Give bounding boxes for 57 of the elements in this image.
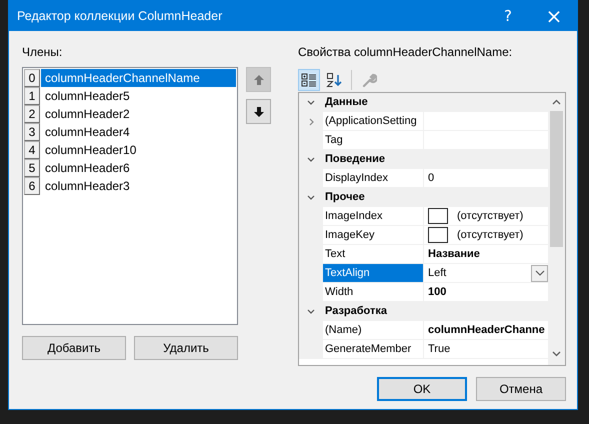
chevron-down-icon [534,268,544,278]
index-number: 4 [24,141,40,159]
index-number: 6 [24,177,40,195]
help-button[interactable]: ? [485,0,531,31]
property-name[interactable]: (Name) [323,321,424,339]
index-number: 1 [24,87,40,105]
property-value: True [428,342,450,357]
property-name[interactable]: DisplayIndex [323,169,424,187]
sort-alphabetical-icon [326,72,342,88]
index-number: 5 [24,159,40,177]
arrow-icon [252,74,264,86]
property-value: (отсутствует) [457,209,524,224]
property-name[interactable]: Width [323,283,424,301]
property-name[interactable]: Tag [323,131,424,149]
property-name[interactable]: Text [323,245,424,263]
member-item[interactable]: columnHeader4 [41,123,134,141]
close-button[interactable]: × [531,0,577,31]
member-item[interactable]: columnHeader2 [41,105,134,123]
property-name[interactable]: TextAlign [323,264,424,282]
member-item[interactable]: columnHeader6 [41,159,134,177]
dialog-button[interactable]: Удалить [134,336,238,360]
property-value: columnHeaderChanne [428,323,545,338]
image-swatch [428,208,448,224]
category-label: Прочее [324,191,365,203]
dialog-button[interactable]: Добавить [22,336,126,360]
property-value: Left [428,266,446,281]
members-label: Члены: [22,45,64,61]
member-item[interactable]: columnHeader5 [41,87,134,105]
property-name[interactable]: GenerateMember [323,340,424,358]
property-value: 100 [428,285,446,300]
property-name[interactable]: (ApplicationSetting [323,112,424,130]
cancel-button[interactable]: Отмена [476,377,566,401]
move-down-button[interactable] [246,99,271,124]
category-label: Данные [324,96,368,108]
index-number: 0 [24,69,40,87]
wrench-icon [361,72,377,88]
property-value: 0 [428,171,434,186]
categorized-icon [301,72,317,88]
window-title: Редактор коллекции ColumnHeader [16,8,224,22]
index-number: 2 [24,105,40,123]
vertical-scrollbar[interactable] [548,93,565,365]
member-item[interactable]: columnHeader10 [41,141,140,159]
property-name[interactable]: ImageIndex [323,207,424,225]
member-item[interactable]: columnHeaderChannelName [41,69,236,87]
property-value: (отсутствует) [457,228,524,243]
properties-label: Свойства columnHeaderChannelName: [298,45,514,61]
toolbar-button[interactable] [298,68,320,90]
member-item[interactable]: columnHeader3 [41,177,134,195]
property-name[interactable]: ImageKey [323,226,424,244]
category-label: Разработка [324,305,387,317]
category-label: Поведение [324,153,385,165]
property-value: Название [428,247,480,262]
arrow-icon [252,106,264,118]
dropdown-button[interactable] [531,264,548,282]
ok-button[interactable]: OK [377,377,467,401]
index-number: 3 [24,123,40,141]
image-swatch [428,227,448,243]
